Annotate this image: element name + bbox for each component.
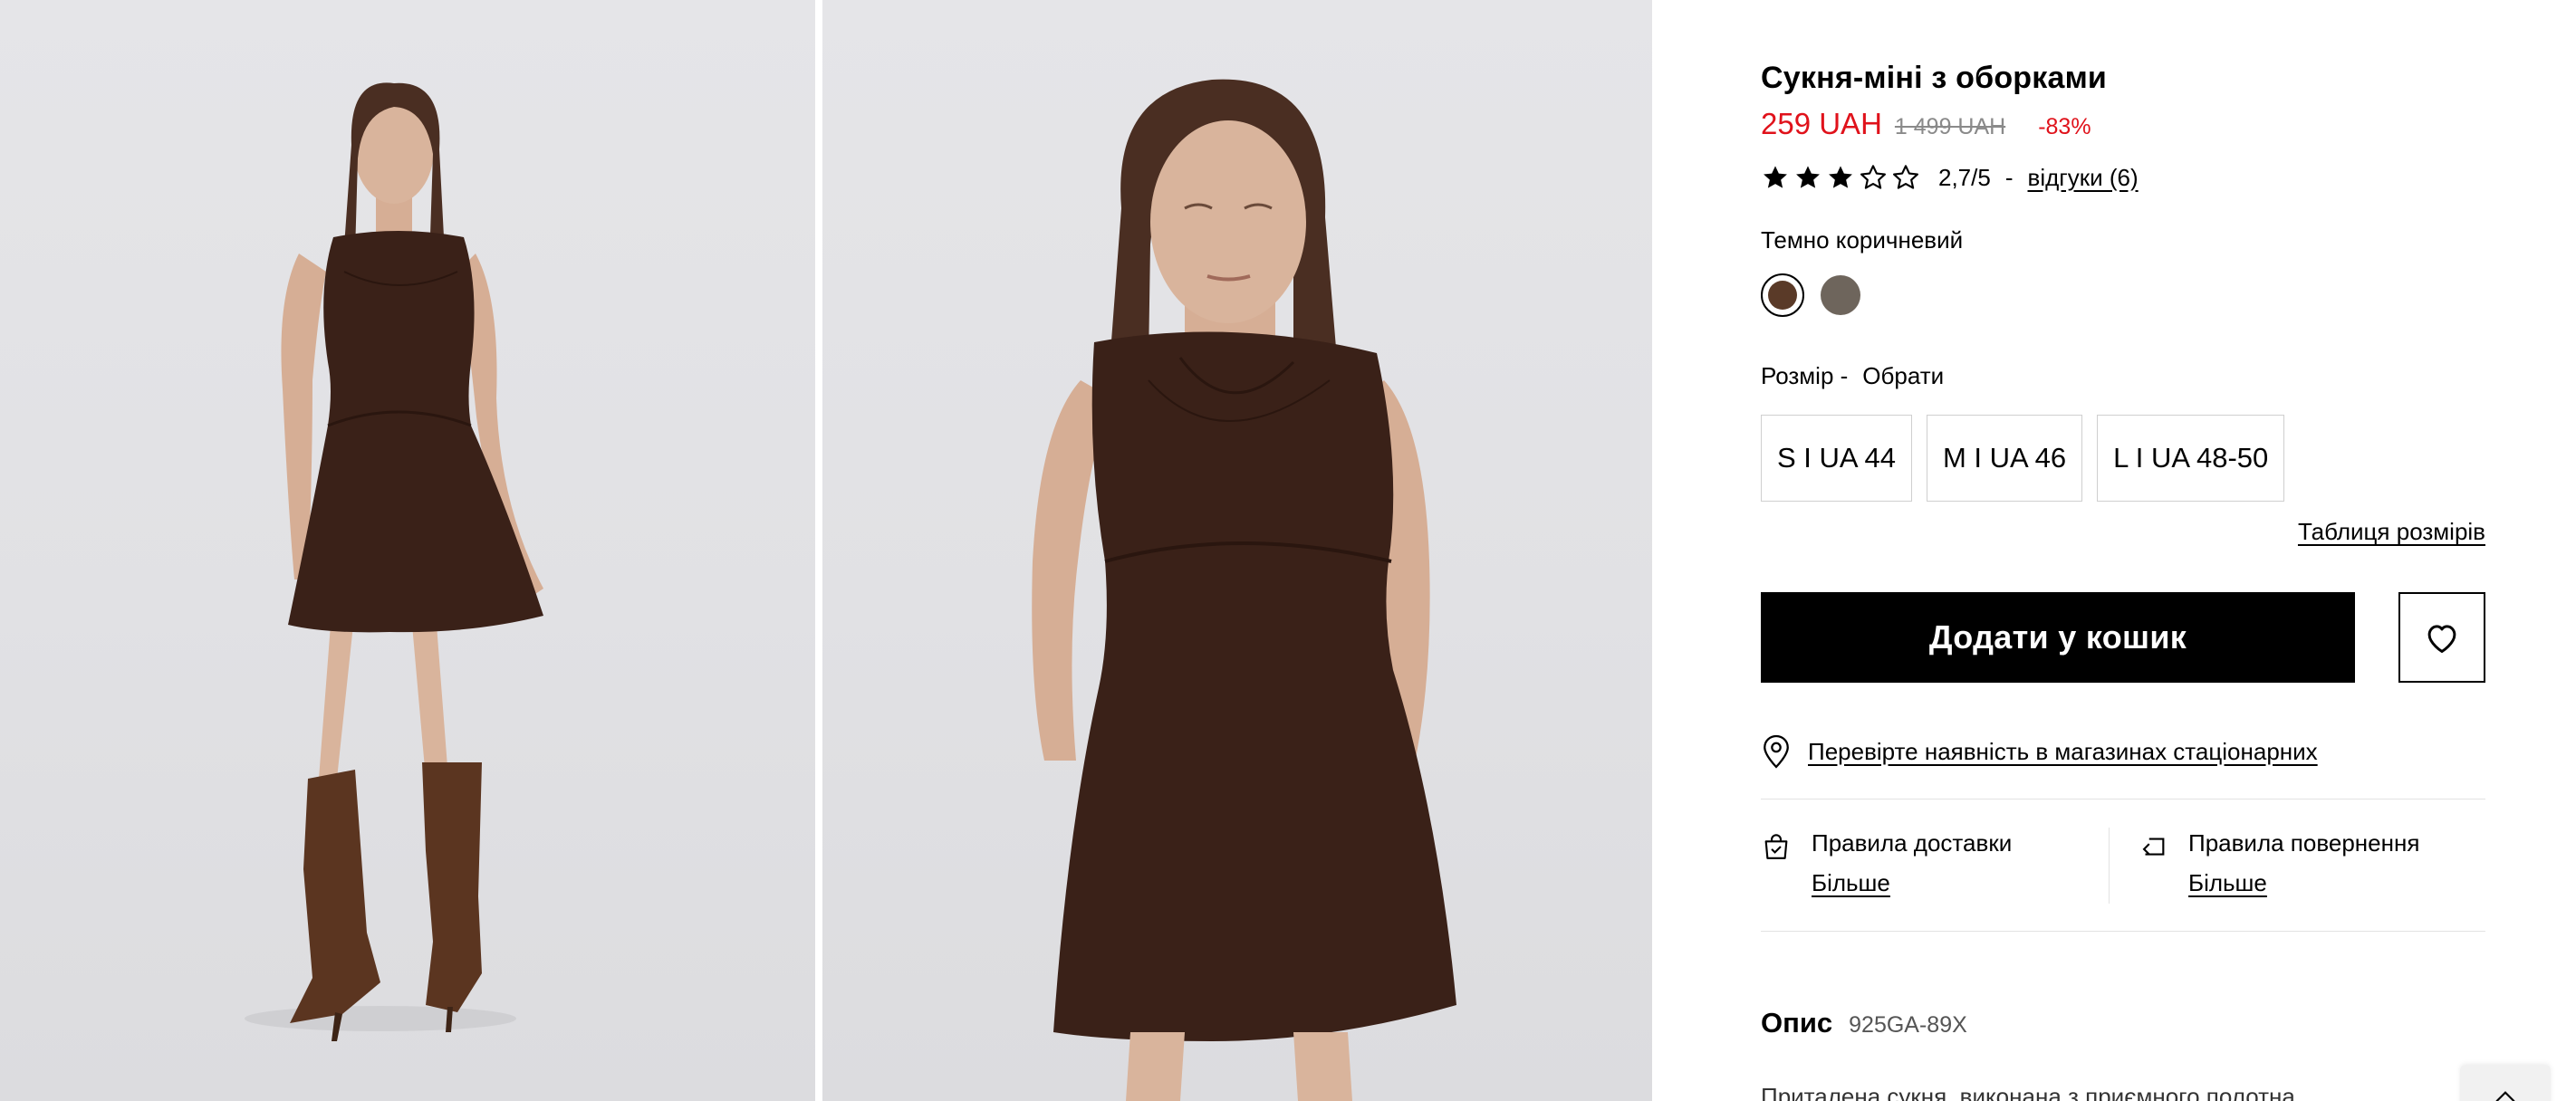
price-row: 259 UAH 1 499 UAH -83%: [1761, 107, 2091, 147]
swatch-color-dot: [1768, 281, 1797, 310]
size-label: Розмір -: [1761, 362, 1849, 389]
return-arrow-icon: [2142, 838, 2165, 856]
arrow-up-icon: [2495, 1091, 2515, 1101]
rating-separator: -: [2004, 163, 2014, 191]
description-text: Приталена сукня, виконана з приємного по…: [1761, 1083, 2315, 1101]
policies-divider: [2109, 828, 2110, 904]
delivery-policy-title: Правила доставки: [1812, 829, 2013, 857]
product-code: 925GA-89X: [1849, 1012, 1967, 1038]
old-price: 1 499 UAH: [1894, 114, 2006, 139]
model-full-length-illustration: [245, 82, 543, 1041]
delivery-bag-icon: [1764, 834, 1788, 859]
star-filled-icon: [1829, 166, 1852, 188]
store-availability-link[interactable]: Перевірте наявність в магазинах стаціона…: [1808, 738, 2318, 766]
rating-value: 2,7/5: [1938, 163, 1991, 191]
size-table-link[interactable]: Таблиця розмірів: [2298, 518, 2485, 546]
description-title: Опис: [1761, 1007, 1833, 1039]
store-availability-row: Перевірте наявність в магазинах стаціона…: [1761, 732, 2318, 771]
size-option-l[interactable]: L I UA 48-50: [2097, 415, 2285, 502]
star-filled-icon: [1796, 166, 1820, 188]
size-selection: Обрати: [1862, 362, 1945, 389]
reviews-link[interactable]: відгуки (6): [2028, 164, 2139, 192]
size-label-row: Розмір - Обрати: [1761, 360, 1944, 391]
product-photo-close-up[interactable]: [822, 0, 1652, 1101]
section-divider: [1761, 931, 2485, 932]
color-swatches: [1761, 273, 1862, 317]
product-info-panel: Сукня-міні з оборками 259 UAH 1 499 UAH …: [1761, 0, 2485, 1101]
return-policy-title: Правила повернення: [2188, 829, 2420, 857]
product-photo-full-length[interactable]: [0, 0, 815, 1101]
model-close-up-illustration: [1032, 79, 1456, 1101]
discount-badge: -83%: [2038, 114, 2091, 139]
delivery-policy-more-link[interactable]: Більше: [1812, 869, 1890, 897]
return-policy-more-link[interactable]: Більше: [2188, 869, 2267, 897]
description-header: Опис 925GA-89X: [1761, 1007, 1967, 1039]
star-empty-icon: [1860, 165, 1886, 189]
product-title: Сукня-міні з оборками: [1761, 61, 2108, 95]
rating-stars: [1761, 163, 1920, 192]
color-swatch-dark-brown[interactable]: [1761, 273, 1804, 317]
size-option-m[interactable]: M I UA 46: [1926, 415, 2083, 502]
swatch-color-dot: [1821, 275, 1860, 315]
star-filled-icon: [1764, 166, 1787, 188]
selected-color-name: Темно коричневий: [1761, 226, 1964, 254]
current-price: 259 UAH: [1761, 107, 1882, 140]
heart-icon: [2427, 625, 2456, 654]
color-swatch-taupe[interactable]: [1819, 273, 1862, 317]
scroll-to-top-button[interactable]: [2460, 1065, 2551, 1101]
star-empty-icon: [1893, 165, 1918, 189]
rating-row: 2,7/5 - відгуки (6): [1761, 159, 2139, 196]
add-to-cart-button[interactable]: Додати у кошик: [1761, 592, 2355, 683]
size-options: S I UA 44 M I UA 46 L I UA 48-50: [1761, 415, 2285, 502]
add-to-wishlist-button[interactable]: [2398, 592, 2485, 683]
policies-row: Правила доставки Більше Правила повернен…: [1761, 815, 2485, 914]
location-pin-icon: [1764, 734, 1789, 769]
size-option-s[interactable]: S I UA 44: [1761, 415, 1912, 502]
